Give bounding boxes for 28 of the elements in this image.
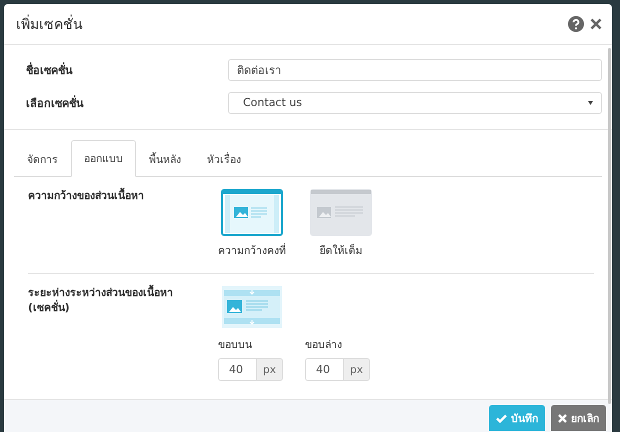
section-label: ระยะห่างระหว่างส่วนของเนื้อหา (เซคชั่น) [28,286,218,381]
unit-label: px [343,358,370,381]
field-label: ชื่อเซคชั่น [26,61,74,78]
field-label: เลือกเซคชั่น [26,94,85,112]
section-label: ความกว้างของส่วนเนื้อหา [28,189,218,259]
input-label: ขอบล่าง [305,338,343,353]
fixed-width-layout-icon [221,189,283,236]
caret-icon [588,100,593,104]
close-icon[interactable] [590,18,602,30]
layout-option[interactable]: ยืดให้เต็ม [310,189,372,259]
layout-option[interactable]: ความกว้างคงที่ [218,189,286,259]
margin-input[interactable]: 40 [218,358,256,381]
spacing-layout-icon [222,286,282,328]
dialog-title: เพิ่มเซคชั่น [16,13,568,35]
input-label: ขอบบน [218,338,253,353]
close-icon [558,414,567,422]
tab[interactable]: จัดการ [14,140,71,177]
full-width-layout-icon [310,189,372,236]
margin-input[interactable]: 40 [305,358,343,381]
section-select[interactable]: Contact us [228,92,602,114]
check-icon [496,414,507,422]
tab[interactable]: หัวเรื่อง [194,140,254,177]
tab[interactable]: ออกแบบ [71,140,136,177]
input-field[interactable]: ติดต่อเรา [228,58,602,80]
tab[interactable]: พื้นหลัง [136,140,194,177]
help-icon[interactable] [568,16,584,32]
cancel-button[interactable]: ยกเลิก [551,405,606,431]
unit-label: px [256,358,283,381]
